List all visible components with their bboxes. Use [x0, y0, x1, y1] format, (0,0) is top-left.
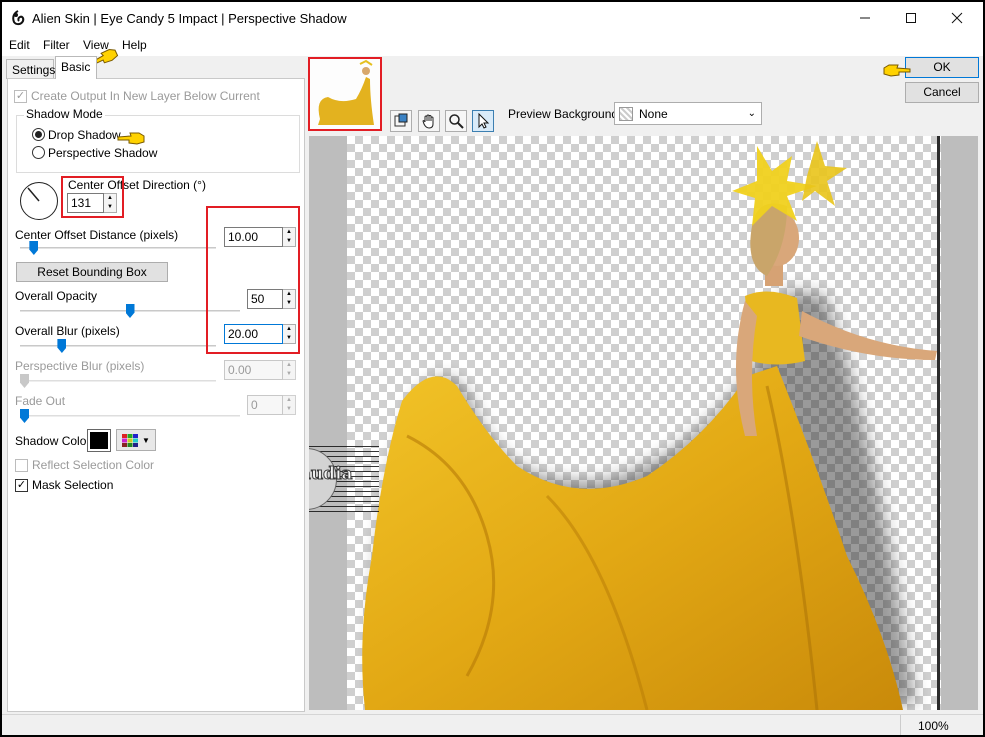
drop-shadow-radio[interactable] [32, 128, 45, 141]
reflect-selection-color-checkbox [15, 459, 28, 472]
watermark-logo: claudia [309, 446, 379, 512]
pointing-hand-icon [883, 64, 911, 77]
close-icon [951, 12, 963, 24]
cancel-button[interactable]: Cancel [905, 82, 979, 103]
stepper-down-icon: ▼ [286, 371, 292, 377]
select-tool-button[interactable] [472, 110, 494, 132]
fade-out-stepper: ▲ ▼ [283, 395, 296, 415]
color-palette-icon [122, 433, 139, 447]
zoom-tool-button[interactable] [445, 110, 467, 132]
minimize-icon [860, 17, 870, 19]
maximize-icon [906, 13, 916, 23]
maximize-button[interactable] [888, 2, 934, 34]
preview-margin-left [309, 136, 345, 710]
status-divider [900, 715, 901, 735]
shadow-mode-label: Shadow Mode [24, 107, 105, 121]
navigator-thumbnail[interactable] [308, 57, 382, 131]
pointing-hand-icon [117, 132, 145, 145]
menu-filter[interactable]: Filter [43, 38, 70, 52]
minimize-button[interactable] [842, 2, 888, 34]
shadow-color-fill [90, 432, 108, 449]
preview-canvas[interactable]: claudia [309, 136, 978, 710]
title-bar: Alien Skin | Eye Candy 5 Impact | Perspe… [2, 2, 983, 34]
stepper-up-icon: ▲ [286, 362, 292, 368]
fade-out-track [20, 415, 240, 417]
create-output-checkbox[interactable]: ✓ [14, 90, 27, 103]
menu-edit[interactable]: Edit [9, 38, 30, 52]
menu-bar: Edit Filter View Help [2, 34, 983, 56]
preview-toggle-icon [394, 113, 408, 127]
status-bar: 100% [2, 714, 983, 735]
ok-button[interactable]: OK [905, 57, 979, 78]
stepper-down-icon: ▼ [286, 406, 292, 412]
reflect-selection-color-label: Reflect Selection Color [32, 458, 155, 472]
tab-basic[interactable]: Basic [55, 56, 97, 79]
chevron-down-icon: ▼ [142, 435, 150, 445]
direction-dial[interactable] [20, 182, 58, 220]
fade-out-label: Fade Out [15, 394, 66, 408]
create-output-label: Create Output In New Layer Below Current [31, 89, 260, 103]
overall-blur-track[interactable] [20, 345, 216, 347]
perspective-shadow-radio[interactable] [32, 146, 45, 159]
preview-background-label: Preview Background: [508, 107, 622, 121]
preview-background-select[interactable]: None ⌄ [614, 102, 762, 125]
overall-opacity-label: Overall Opacity [15, 289, 98, 303]
preview-toggle-button[interactable] [390, 110, 412, 132]
zoom-level: 100% [918, 719, 949, 733]
overall-blur-label: Overall Blur (pixels) [15, 324, 120, 338]
chevron-down-icon: ⌄ [747, 108, 756, 119]
perspective-blur-stepper: ▲ ▼ [283, 360, 296, 380]
reset-bounding-box-button[interactable]: Reset Bounding Box [16, 262, 168, 282]
hand-tool-button[interactable] [418, 110, 440, 132]
watermark-text: claudia [309, 464, 353, 485]
perspective-blur-label: Perspective Blur (pixels) [15, 359, 145, 373]
mask-selection-checkbox[interactable]: ✓ [15, 479, 28, 492]
window-title: Alien Skin | Eye Candy 5 Impact | Perspe… [32, 11, 347, 26]
overall-opacity-slider[interactable] [125, 304, 135, 318]
dial-needle [27, 187, 40, 202]
close-button[interactable] [934, 2, 980, 34]
shadow-color-label: Shadow Color [15, 434, 91, 448]
checker-swatch-icon [619, 107, 633, 121]
perspective-blur-value: 0.00 [224, 360, 283, 380]
fade-out-slider[interactable] [20, 409, 29, 423]
shadow-mode-group [16, 115, 300, 173]
preview-image [362, 141, 937, 710]
overall-blur-slider[interactable] [57, 339, 67, 353]
center-offset-distance-label: Center Offset Distance (pixels) [15, 228, 179, 242]
color-picker-button[interactable]: ▼ [116, 429, 156, 451]
annotation-highlight-values [206, 206, 300, 354]
mask-selection-label: Mask Selection [32, 478, 114, 492]
menu-help[interactable]: Help [122, 38, 147, 52]
zoom-icon [449, 114, 464, 129]
fade-out-input: 0 ▲ ▼ [247, 395, 296, 415]
perspective-blur-track [20, 380, 216, 382]
app-window: Alien Skin | Eye Candy 5 Impact | Perspe… [2, 2, 983, 735]
hand-pan-icon [422, 114, 434, 129]
preview-background-value: None [639, 107, 668, 121]
navigator-thumbnail-image [310, 59, 380, 129]
annotation-highlight-direction [61, 176, 124, 218]
perspective-blur-slider [20, 374, 29, 388]
perspective-blur-input: 0.00 ▲ ▼ [224, 360, 296, 380]
tab-settings[interactable]: Settings [6, 59, 55, 79]
center-offset-distance-slider[interactable] [29, 241, 39, 255]
stepper-up-icon: ▲ [286, 397, 292, 403]
basic-panel: ✓ Create Output In New Layer Below Curre… [7, 78, 305, 712]
arrow-select-icon [478, 113, 490, 129]
center-offset-distance-track[interactable] [20, 247, 216, 249]
drop-shadow-label: Drop Shadow [48, 128, 121, 142]
shadow-color-swatch[interactable] [87, 429, 111, 452]
fade-out-value: 0 [247, 395, 283, 415]
perspective-shadow-label: Perspective Shadow [48, 146, 158, 160]
eye-candy-app-icon [12, 10, 25, 26]
